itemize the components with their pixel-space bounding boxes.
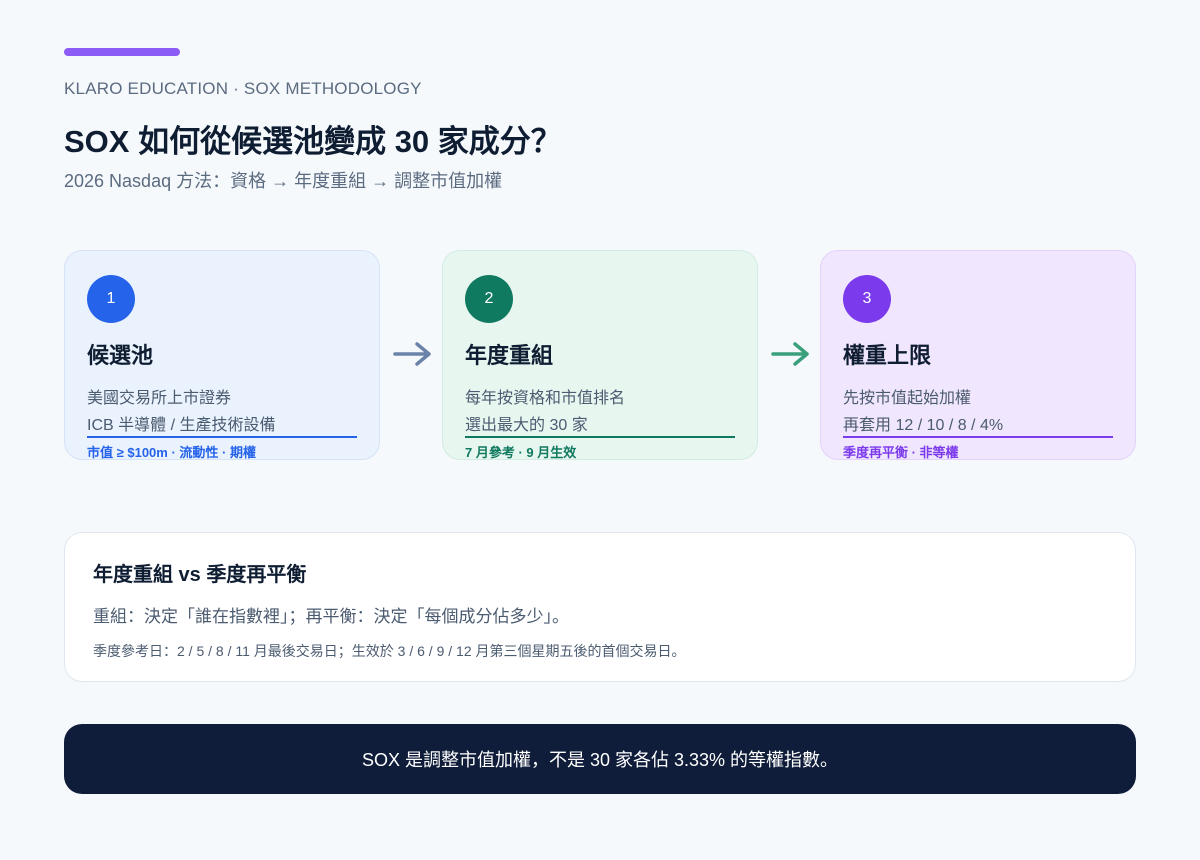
comparison-body: 重組：決定「誰在指數裡」；再平衡：決定「每個成分佔多少」。 — [93, 607, 569, 626]
page-title: SOX 如何從候選池變成 30 家成分？ — [64, 124, 562, 159]
step-heading: 年度重組 — [465, 343, 554, 368]
step-description-line: ICB 半導體 / 生產技術設備 — [87, 417, 276, 434]
step-number-badge: 2 — [465, 275, 513, 323]
step-heading: 權重上限 — [843, 343, 932, 368]
step-description-line: 選出最大的 30 家 — [465, 417, 588, 434]
step-description-line: 再套用 12 / 10 / 8 / 4% — [843, 417, 1004, 434]
step-description-line: 每年按資格和市值排名 — [465, 390, 626, 407]
comparison-note: 季度參考日：2 / 5 / 8 / 11 月最後交易日；生效於 3 / 6 / … — [93, 643, 686, 659]
step-divider — [843, 436, 1113, 438]
step-description-line: 先按市值起始加權 — [843, 390, 972, 407]
arrow-right-icon — [771, 342, 809, 366]
step-card-candidate-pool: 1 候選池 美國交易所上市證券 ICB 半導體 / 生產技術設備 市值 ≥ $1… — [64, 250, 380, 460]
step-card-annual-reconstitution: 2 年度重組 每年按資格和市值排名 選出最大的 30 家 7 月參考 · 9 月… — [442, 250, 758, 460]
step-card-weight-caps: 3 權重上限 先按市值起始加權 再套用 12 / 10 / 8 / 4% 季度再… — [820, 250, 1136, 460]
page-subtitle: 2026 Nasdaq 方法：資格 → 年度重組 → 調整市值加權 — [64, 171, 503, 191]
step-number-badge: 3 — [843, 275, 891, 323]
accent-bar — [64, 48, 180, 56]
comparison-title: 年度重組 vs 季度再平衡 — [93, 564, 307, 586]
arrow-right-icon — [393, 342, 431, 366]
step-divider — [465, 436, 735, 438]
step-description-line: 美國交易所上市證券 — [87, 390, 232, 407]
step-number-badge: 1 — [87, 275, 135, 323]
summary-banner-text: SOX 是調整市值加權，不是 30 家各佔 3.33% 的等權指數。 — [361, 750, 839, 770]
step-tag: 季度再平衡 · 非等權 — [843, 445, 959, 460]
step-tag: 7 月參考 · 9 月生效 — [465, 445, 577, 460]
comparison-panel: 年度重組 vs 季度再平衡 重組：決定「誰在指數裡」；再平衡：決定「每個成分佔多… — [64, 532, 1136, 682]
step-tag: 市值 ≥ $100m · 流動性 · 期權 — [87, 445, 256, 460]
eyebrow-label: KLARO EDUCATION · SOX METHODOLOGY — [64, 79, 422, 98]
step-divider — [87, 436, 357, 438]
step-heading: 候選池 — [87, 343, 154, 368]
summary-banner: SOX 是調整市值加權，不是 30 家各佔 3.33% 的等權指數。 — [64, 724, 1136, 794]
